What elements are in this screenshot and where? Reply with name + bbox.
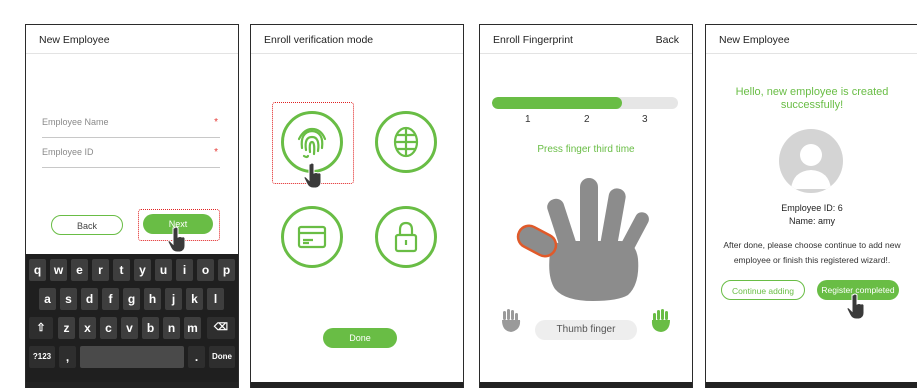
nav-bar — [251, 382, 463, 388]
employee-id-input[interactable] — [42, 147, 202, 157]
step-1-label: 1 — [525, 114, 531, 125]
comma-key[interactable]: , — [59, 346, 76, 368]
success-message: Hello, new employee is created successfu… — [735, 86, 889, 111]
nav-bar — [706, 382, 917, 388]
employee-id-label: Employee ID: — [781, 203, 836, 213]
key-b[interactable]: b — [142, 317, 159, 339]
key-z[interactable]: z — [58, 317, 75, 339]
card-mode-button[interactable] — [281, 206, 343, 268]
finger-label: Thumb finger — [535, 320, 637, 340]
key-r[interactable]: r — [92, 259, 109, 281]
page-title: New Employee — [39, 34, 110, 46]
page-title: Enroll verification mode — [264, 34, 374, 46]
nav-bar — [480, 382, 692, 388]
screen-new-employee-form: New Employee * * Back Next q w e r t y u… — [25, 24, 239, 388]
step-3-label: 3 — [642, 114, 648, 125]
title-bar: Enroll Fingerprint Back — [480, 25, 692, 54]
key-k[interactable]: k — [186, 288, 203, 310]
step-2-label: 2 — [584, 114, 590, 125]
title-bar: Enroll verification mode — [251, 25, 463, 54]
key-p[interactable]: p — [218, 259, 235, 281]
employee-id-field[interactable]: * — [42, 145, 220, 168]
screen-enroll-fingerprint: Enroll Fingerprint Back 1 2 3 Press fing… — [479, 24, 693, 388]
employee-name-value: amy — [818, 216, 836, 226]
employee-id-line: Employee ID: 6 — [706, 203, 917, 213]
employee-name-label: Name: — [788, 216, 816, 226]
required-marker: * — [214, 117, 218, 128]
required-marker: * — [214, 147, 218, 158]
card-icon — [297, 225, 327, 249]
hand-pointer-icon — [167, 226, 186, 252]
screen-employee-created: New Employee Hello, new employee is crea… — [705, 24, 917, 388]
key-h[interactable]: h — [144, 288, 161, 310]
instruction-text: Press finger third time — [537, 144, 635, 155]
page-title: New Employee — [719, 34, 790, 46]
key-i[interactable]: i — [176, 259, 193, 281]
key-w[interactable]: w — [50, 259, 67, 281]
back-link[interactable]: Back — [656, 34, 679, 46]
key-d[interactable]: d — [81, 288, 98, 310]
title-bar: New Employee — [26, 25, 238, 54]
key-q[interactable]: q — [29, 259, 46, 281]
hand-pointer-icon — [303, 162, 322, 188]
right-hand-icon — [651, 309, 670, 332]
done-button[interactable]: Done — [323, 328, 397, 348]
info-text: After done, please choose continue to ad… — [723, 240, 901, 265]
backspace-key[interactable]: ⌫ — [207, 317, 235, 339]
face-icon — [393, 126, 419, 158]
key-o[interactable]: o — [197, 259, 214, 281]
left-hand-icon — [502, 309, 521, 332]
face-mode-button[interactable] — [375, 111, 437, 173]
key-s[interactable]: s — [60, 288, 77, 310]
key-j[interactable]: j — [165, 288, 182, 310]
key-n[interactable]: n — [163, 317, 180, 339]
password-mode-button[interactable] — [375, 206, 437, 268]
soft-keyboard: q w e r t y u i o p a s d f g h j k l ⇧ … — [26, 254, 238, 382]
done-key[interactable]: Done — [209, 346, 235, 368]
key-v[interactable]: v — [121, 317, 138, 339]
symbols-key[interactable]: ?123 — [29, 346, 55, 368]
shift-key[interactable]: ⇧ — [29, 317, 53, 339]
password-lock-icon — [394, 221, 418, 253]
key-x[interactable]: x — [79, 317, 96, 339]
hand-icon — [516, 178, 649, 301]
space-key[interactable] — [80, 346, 184, 368]
progress-fill — [492, 97, 623, 109]
employee-name-input[interactable] — [42, 117, 202, 127]
employee-name-field[interactable]: * — [42, 115, 220, 138]
key-m[interactable]: m — [184, 317, 201, 339]
key-t[interactable]: t — [113, 259, 130, 281]
key-g[interactable]: g — [123, 288, 140, 310]
employee-id-value: 6 — [837, 203, 843, 213]
key-a[interactable]: a — [39, 288, 56, 310]
screen-enroll-verification-mode: Enroll verification mode Done — [250, 24, 464, 388]
title-bar: New Employee — [706, 25, 917, 54]
hand-pointer-icon — [846, 293, 865, 319]
key-l[interactable]: l — [207, 288, 224, 310]
avatar — [779, 129, 843, 193]
employee-name-line: Name: amy — [706, 216, 917, 226]
user-avatar-icon — [791, 144, 831, 189]
key-e[interactable]: e — [71, 259, 88, 281]
enroll-progress-bar — [492, 97, 678, 109]
key-f[interactable]: f — [102, 288, 119, 310]
back-button[interactable]: Back — [51, 215, 123, 235]
page-title: Enroll Fingerprint — [493, 34, 573, 46]
key-u[interactable]: u — [155, 259, 172, 281]
period-key[interactable]: . — [188, 346, 205, 368]
continue-adding-button[interactable]: Continue adding — [721, 280, 805, 300]
key-y[interactable]: y — [134, 259, 151, 281]
key-c[interactable]: c — [100, 317, 117, 339]
nav-bar — [26, 382, 238, 388]
